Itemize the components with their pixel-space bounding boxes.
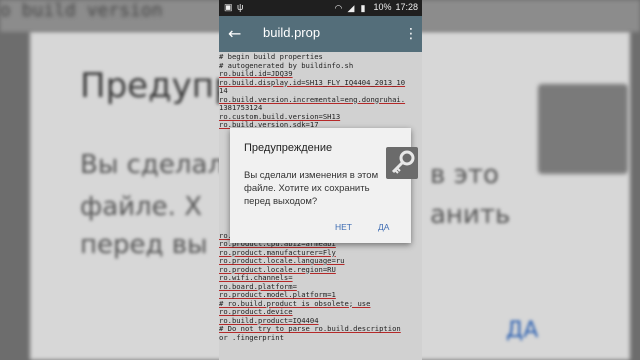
signal-icon: ◢ — [347, 2, 355, 13]
back-arrow-icon[interactable]: ← — [228, 25, 246, 43]
yes-button[interactable]: ДА — [378, 222, 389, 232]
blurred-key-icon — [538, 84, 628, 174]
clock: 17:28 — [395, 2, 418, 12]
blurred-title: Предупр — [80, 66, 236, 106]
sim-icon: ▣ — [224, 2, 233, 12]
battery-percent: 10% — [373, 2, 392, 12]
blurred-code-top: o build version — [0, 0, 163, 21]
no-button[interactable]: НЕТ — [335, 222, 352, 232]
blurred-line-3: перед вы — [80, 230, 208, 260]
blurred-yes-text: ДА — [506, 318, 539, 343]
status-left-icons: ▣ ψ — [224, 2, 246, 12]
unsaved-changes-dialog: Предупреждение Вы сделали изменения в эт… — [230, 128, 411, 243]
blurred-line-2: файле. Х — [80, 192, 203, 222]
wifi-icon: ◠ — [334, 2, 343, 13]
app-bar: ← build.prop ⋮ — [219, 16, 422, 52]
key-icon — [386, 147, 418, 179]
usb-icon: ψ — [237, 2, 244, 12]
app-title: build.prop — [263, 25, 321, 40]
dialog-title: Предупреждение — [244, 142, 333, 154]
status-bar: ▣ ψ ◠ ◢ ▮ 10% 17:28 — [219, 0, 422, 16]
dialog-message: Вы сделали изменения в этом файле. Хотит… — [244, 170, 379, 207]
status-right-icons: ◠ ◢ ▮ 10% 17:28 — [334, 2, 418, 13]
blurred-right-line-2: анить — [430, 200, 511, 230]
blurred-line-1: Вы сделал — [80, 150, 225, 180]
battery-icon: ▮ — [360, 2, 366, 13]
blurred-right-line-1: в это — [430, 160, 499, 190]
overflow-menu-icon[interactable]: ⋮ — [404, 25, 418, 43]
